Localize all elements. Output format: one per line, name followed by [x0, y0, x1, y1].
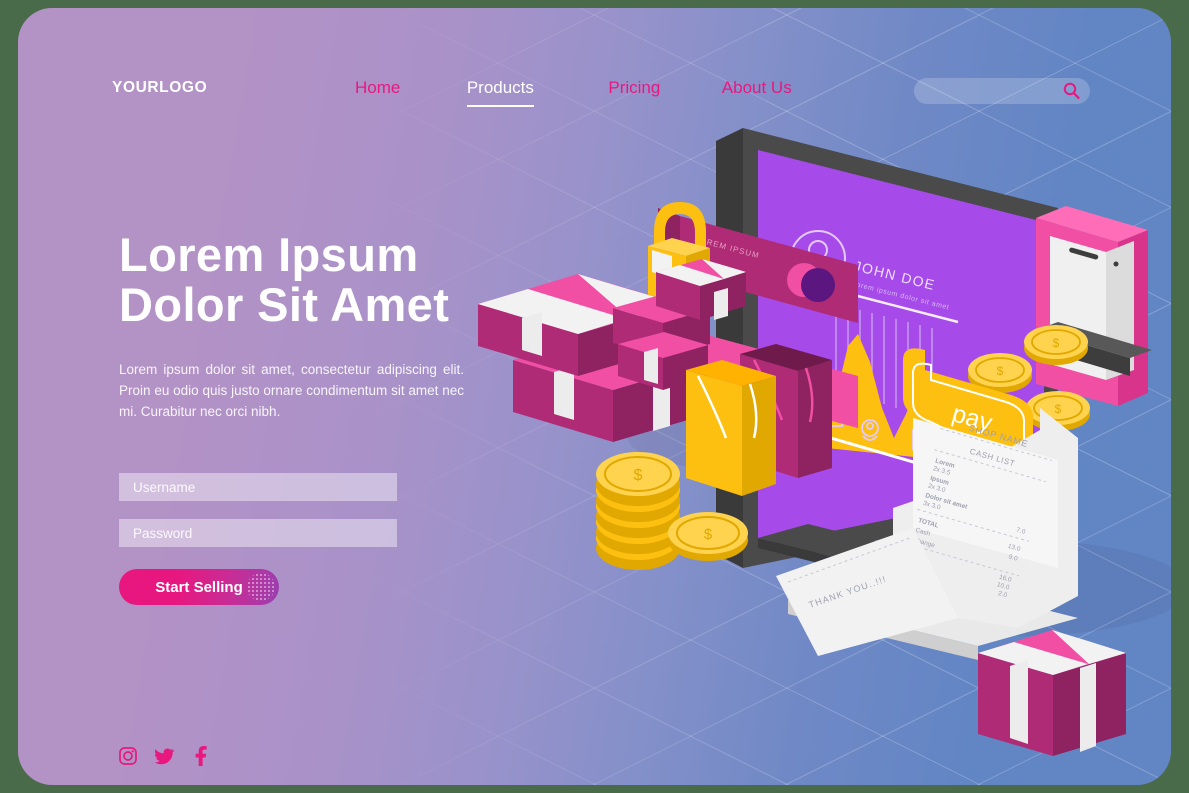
top-navigation: YOURLOGO Home Products Pricing About Us [18, 68, 1171, 116]
hero-illustration: JOHN DOE lorem ipsum dolor sit amet LORE… [458, 108, 1171, 785]
nav-item-pricing[interactable]: Pricing [608, 78, 660, 105]
page-title: Lorem Ipsum Dolor Sit Amet [119, 228, 539, 332]
brand-logo[interactable]: YOURLOGO [112, 79, 207, 97]
nav-item-about-us[interactable]: About Us [722, 78, 792, 105]
svg-text:$: $ [1055, 402, 1062, 416]
hero-title-line-1: Lorem Ipsum [119, 228, 419, 281]
svg-text:$: $ [997, 364, 1004, 378]
twitter-icon[interactable] [154, 746, 175, 766]
landing-page: JOHN DOE lorem ipsum dolor sit amet LORE… [18, 8, 1171, 785]
username-input[interactable] [119, 473, 397, 501]
nav-links: Home Products Pricing About Us [355, 78, 792, 107]
nav-item-products[interactable]: Products [466, 78, 534, 107]
search-icon[interactable] [1063, 82, 1080, 104]
hero-title-line-2: Dolor Sit Amet [119, 278, 450, 332]
shopping-bag-yellow [686, 360, 776, 496]
svg-text:$: $ [704, 526, 713, 543]
hero-section: Lorem Ipsum Dolor Sit Amet Lorem ipsum d… [119, 228, 539, 423]
password-input[interactable] [119, 519, 397, 547]
nav-item-home[interactable]: Home [355, 78, 400, 105]
gift-box-bottom-illustration [978, 630, 1126, 756]
svg-text:$: $ [1053, 336, 1060, 350]
facebook-icon[interactable] [192, 746, 212, 766]
social-links [118, 746, 212, 766]
phone-illustration [1036, 206, 1152, 406]
coin-symbol: $ [634, 467, 643, 484]
login-form: Start Selling [119, 473, 397, 605]
hero-paragraph: Lorem ipsum dolor sit amet, consectetur … [119, 361, 464, 420]
start-selling-button[interactable]: Start Selling [119, 569, 279, 605]
instagram-icon[interactable] [118, 746, 138, 766]
search-box[interactable] [914, 78, 1090, 104]
